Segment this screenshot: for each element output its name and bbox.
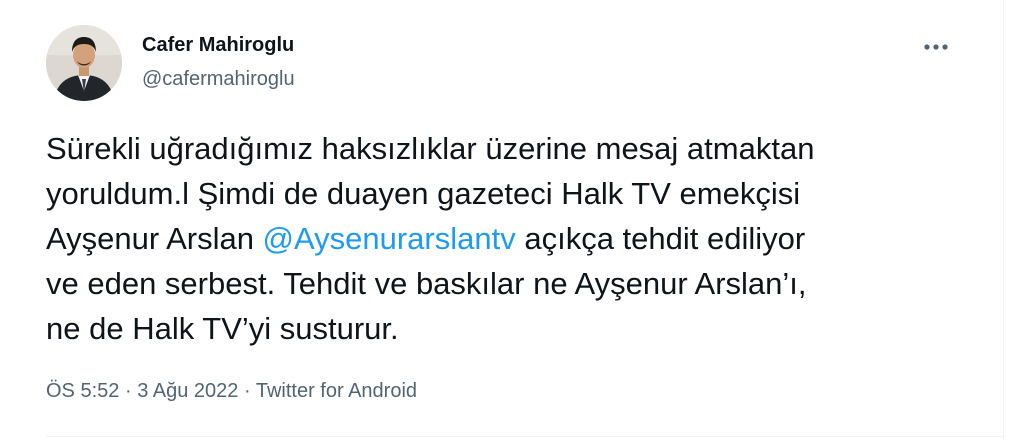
author-handle[interactable]: @cafermahiroglu — [142, 66, 295, 92]
more-horizontal-icon — [924, 44, 948, 50]
tweet-text-segment: ve eden serbest. Tehdit ve baskılar ne A… — [46, 266, 807, 301]
tweet-text-segment: Sürekli uğradığımız haksızlıklar üzerine… — [46, 131, 815, 166]
tweet-text-line: ne de Halk TV’yi susturur. — [46, 306, 976, 351]
mention-link[interactable]: @Aysenurarslantv — [263, 221, 516, 256]
tweet-text-segment: ne de Halk TV’yi susturur. — [46, 311, 399, 346]
tweet-text-segment: Ayşenur Arslan — [46, 221, 263, 256]
tweet-metadata: ÖS 5:52 · 3 Ağu 2022 · Twitter for Andro… — [46, 378, 417, 404]
tweet-date[interactable]: 3 Ağu 2022 — [137, 380, 238, 402]
avatar[interactable] — [46, 25, 122, 101]
author-info: Cafer Mahiroglu @cafermahiroglu — [142, 32, 295, 92]
meta-separator: · — [124, 380, 132, 402]
tweet-text: Sürekli uğradığımız haksızlıklar üzerine… — [46, 126, 976, 351]
avatar-photo — [46, 25, 122, 101]
divider — [46, 436, 1003, 437]
tweet-text-line: ve eden serbest. Tehdit ve baskılar ne A… — [46, 261, 976, 306]
tweet-text-line: Sürekli uğradığımız haksızlıklar üzerine… — [46, 126, 976, 171]
tweet-text-segment: açıkça tehdit ediliyor — [515, 221, 806, 256]
tweet-card: Cafer Mahiroglu @cafermahiroglu Sürekli … — [0, 0, 1010, 440]
more-options-button[interactable] — [916, 30, 956, 64]
author-display-name[interactable]: Cafer Mahiroglu — [142, 32, 295, 58]
meta-separator: · — [243, 380, 251, 402]
tweet-time[interactable]: ÖS 5:52 — [46, 380, 119, 402]
tweet-source[interactable]: Twitter for Android — [256, 380, 417, 402]
tweet-text-segment: yoruldum.l Şimdi de duayen gazeteci Halk… — [46, 176, 801, 211]
divider — [1003, 0, 1004, 440]
tweet-text-line: Ayşenur Arslan @Aysenurarslantv açıkça t… — [46, 216, 976, 261]
tweet-text-line: yoruldum.l Şimdi de duayen gazeteci Halk… — [46, 171, 976, 216]
